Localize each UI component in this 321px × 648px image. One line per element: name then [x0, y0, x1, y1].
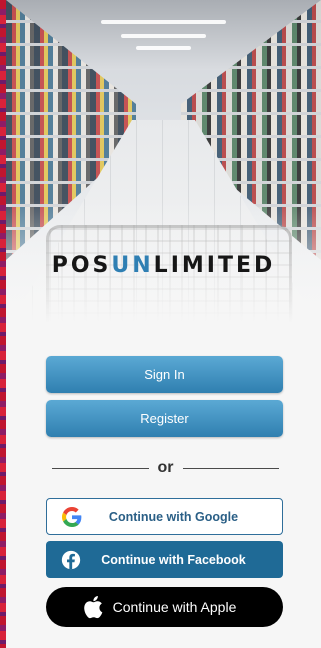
sign-in-button[interactable]: Sign In — [46, 356, 283, 393]
ceiling-light — [136, 46, 191, 50]
register-button[interactable]: Register — [46, 400, 283, 437]
google-icon — [59, 506, 85, 527]
divider-line-left — [52, 467, 149, 469]
continue-with-apple-button[interactable]: Continue with Apple — [46, 587, 283, 627]
hero-image — [6, 0, 321, 330]
apple-icon — [80, 595, 106, 619]
logo-prefix: POS — [51, 253, 112, 278]
logo-accent: UN — [111, 253, 154, 278]
register-label: Register — [140, 411, 189, 426]
ceiling-light — [101, 20, 226, 24]
divider-text: or — [157, 459, 174, 476]
continue-with-facebook-button[interactable]: Continue with Facebook — [46, 541, 283, 578]
logo-suffix: LIMITED — [153, 253, 276, 278]
divider-line-right — [182, 467, 279, 469]
brand-logo: POSUNLIMITED — [6, 253, 321, 278]
ceiling-light — [121, 34, 206, 38]
continue-with-google-button[interactable]: Continue with Google — [46, 498, 283, 535]
apple-label: Continue with Apple — [112, 599, 237, 615]
google-label: Continue with Google — [108, 509, 239, 524]
or-divider: or — [52, 458, 279, 478]
facebook-label: Continue with Facebook — [101, 552, 246, 567]
facebook-icon — [58, 550, 84, 570]
sign-in-label: Sign In — [144, 367, 185, 382]
login-screen: POSUNLIMITED Sign In Register or Continu… — [6, 0, 321, 648]
